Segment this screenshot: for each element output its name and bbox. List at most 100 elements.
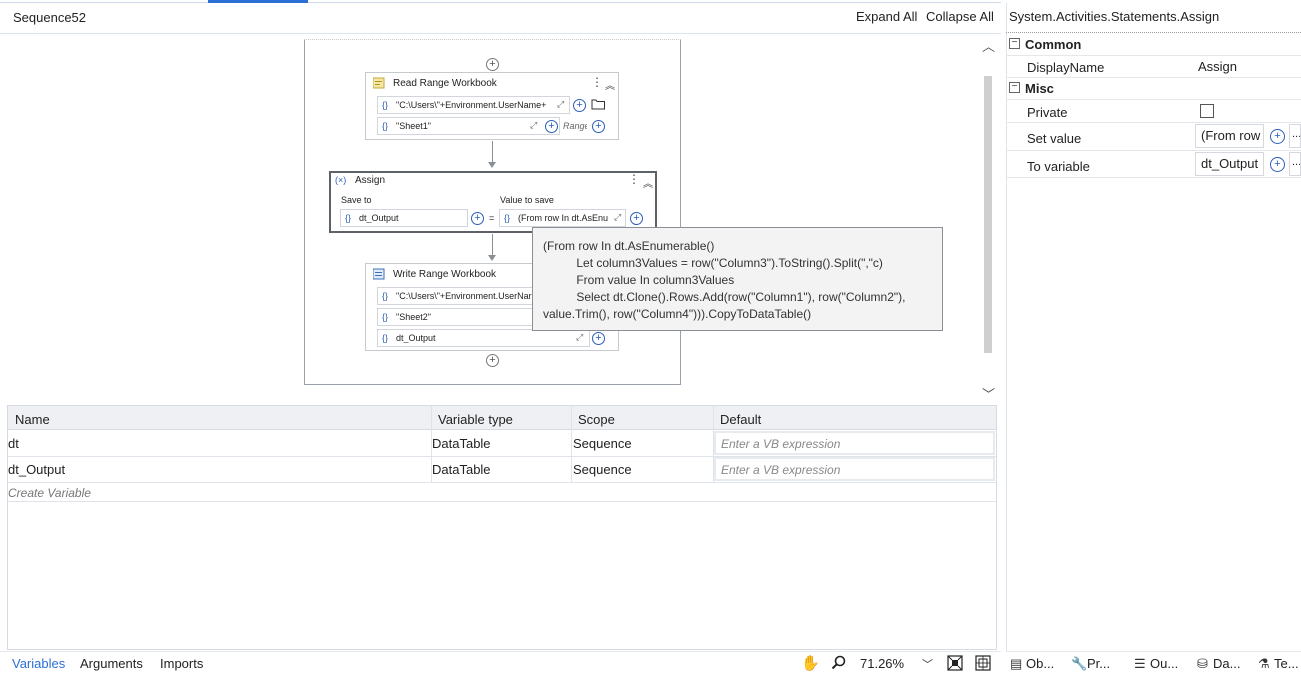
var-type-cell[interactable]: DataTable [432, 462, 491, 477]
prop-private-label: Private [1027, 105, 1068, 120]
tab-arguments[interactable]: Arguments [80, 656, 143, 671]
read-range-title: Read Range Workbook [393, 78, 497, 89]
overview-map-icon[interactable] [975, 655, 991, 671]
assign-title: Assign [355, 175, 386, 186]
collapse-all-button[interactable]: Collapse All [926, 9, 994, 24]
expand-all-button[interactable]: Expand All [856, 9, 917, 24]
header-default[interactable]: Default [720, 412, 761, 427]
expression-brace-icon: {} [382, 291, 389, 301]
tooltip-line: Let column3Values = row("Column3").ToStr… [543, 256, 883, 270]
expand-editor-icon[interactable]: ⤢ [530, 120, 537, 131]
value-to-save-label: Value to save [500, 195, 554, 205]
prop-row-divider [1006, 99, 1301, 100]
add-activity-top-button[interactable]: + [486, 58, 499, 71]
write-range-sheet-field[interactable]: {} "Sheet2" [377, 308, 537, 326]
read-range-collapse-icon[interactable]: ︽ [605, 77, 615, 92]
create-variable-button[interactable]: Create Variable [8, 486, 91, 500]
object-repository-icon: ▤ [1010, 656, 1023, 671]
read-range-sheet-plus-button[interactable]: + [545, 120, 558, 133]
expression-brace-icon: {} [345, 213, 352, 223]
hand-pan-icon[interactable]: ✋ [801, 654, 820, 672]
tab-data-manager[interactable]: ⛁ Da... [1197, 656, 1240, 672]
write-range-data-field[interactable]: {} dt_Output [377, 329, 590, 347]
value-to-save-plus-button[interactable]: + [630, 212, 643, 225]
value-to-save-field[interactable]: {} (From row In dt.AsEnu [499, 209, 626, 227]
expression-brace-icon: {} [382, 121, 389, 131]
to-variable-input[interactable]: dt_Output [1195, 152, 1264, 176]
wrench-icon: 🔧 [1071, 656, 1088, 671]
header-scope[interactable]: Scope [578, 412, 615, 427]
collapse-misc-icon[interactable]: − [1009, 82, 1020, 93]
tooltip-line: value.Trim(), row("Column4"))).CopyToDat… [543, 307, 812, 321]
connector-arrow [488, 255, 496, 261]
scroll-down-icon[interactable]: ﹀ [982, 384, 995, 403]
write-range-path-field[interactable]: {} "C:\Users\"+Environment.UserNar [377, 287, 537, 305]
write-range-title: Write Range Workbook [393, 269, 497, 280]
prop-displayname-label: DisplayName [1027, 60, 1105, 75]
prop-to-variable-label: To variable [1027, 159, 1090, 174]
prop-displayname-value[interactable]: Assign [1198, 59, 1237, 74]
var-name-cell[interactable]: dt_Output [8, 462, 65, 477]
expression-brace-icon: {} [382, 100, 389, 110]
header-name[interactable]: Name [15, 412, 50, 427]
read-range-path-plus-button[interactable]: + [573, 99, 586, 112]
var-scope-cell[interactable]: Sequence [573, 436, 632, 451]
expand-editor-icon[interactable]: ⤢ [614, 212, 621, 223]
private-checkbox[interactable] [1200, 104, 1214, 118]
tab-test-explorer[interactable]: ⚗ Te... [1258, 656, 1299, 672]
expand-editor-icon[interactable]: ⤢ [557, 99, 564, 110]
prop-row-divider [1006, 77, 1301, 78]
to-variable-plus-button[interactable]: + [1270, 157, 1285, 172]
set-value-plus-button[interactable]: + [1270, 129, 1285, 144]
write-range-data-plus-button[interactable]: + [592, 332, 605, 345]
expression-brace-icon: {} [382, 333, 389, 343]
tab-variables[interactable]: Variables [12, 656, 65, 671]
designer-bottom-bar [0, 651, 1001, 681]
properties-title: System.Activities.Statements.Assign [1009, 9, 1220, 24]
tab-imports[interactable]: Imports [160, 656, 203, 671]
zoom-level[interactable]: 71.26% [860, 656, 904, 671]
var-default-input[interactable]: Enter a VB expression [714, 431, 995, 455]
range-field[interactable]: Range [563, 121, 587, 131]
connector-line [492, 234, 493, 256]
folder-icon[interactable] [591, 98, 606, 110]
var-default-input[interactable]: Enter a VB expression [714, 457, 995, 481]
expression-brace-icon: {} [504, 213, 511, 223]
var-scope-cell[interactable]: Sequence [573, 462, 632, 477]
to-variable-ellipsis-button[interactable]: ... [1289, 152, 1301, 176]
tab-object-repository[interactable]: ▤ Ob... [1010, 656, 1054, 672]
designer-header [0, 3, 1001, 34]
connector-line [492, 141, 493, 163]
tab-outline[interactable]: ☰ Ou... [1134, 656, 1178, 672]
save-to-plus-button[interactable]: + [471, 212, 484, 225]
zoom-search-icon[interactable] [831, 655, 846, 670]
sequence-title: Sequence52 [13, 10, 87, 25]
category-misc: Misc [1025, 81, 1054, 96]
tooltip-line: Select dt.Clone().Rows.Add(row("Column1"… [543, 290, 906, 304]
fit-to-screen-icon[interactable] [947, 655, 963, 671]
prop-row-divider [1006, 122, 1301, 123]
read-range-menu-icon[interactable]: ⋮ [591, 75, 603, 89]
set-value-ellipsis-button[interactable]: ... [1289, 124, 1301, 148]
scroll-up-icon[interactable]: ︿ [982, 36, 995, 55]
read-range-path-field[interactable]: {} "C:\Users\"+Environment.UserName+" [377, 96, 570, 114]
assign-collapse-icon[interactable]: ︽ [643, 175, 653, 190]
range-plus-button[interactable]: + [592, 120, 605, 133]
prop-set-value-label: Set value [1027, 131, 1082, 146]
excel-write-icon [373, 268, 385, 280]
assign-menu-icon[interactable]: ⋮ [628, 172, 640, 186]
connector-arrow [488, 162, 496, 168]
header-variable-type[interactable]: Variable type [438, 412, 513, 427]
properties-divider [1006, 32, 1301, 33]
assign-icon: (×) [335, 175, 347, 185]
save-to-field[interactable]: {} dt_Output [340, 209, 468, 227]
scrollbar-thumb[interactable] [984, 76, 992, 353]
var-name-cell[interactable]: dt [8, 436, 19, 451]
var-type-cell[interactable]: DataTable [432, 436, 491, 451]
zoom-dropdown-chevron-icon[interactable]: ﹀ [922, 656, 933, 672]
set-value-input[interactable]: (From row [1195, 124, 1264, 148]
collapse-common-icon[interactable]: − [1009, 38, 1020, 49]
add-activity-bottom-button[interactable]: + [486, 354, 499, 367]
expand-editor-icon[interactable]: ⤢ [576, 332, 583, 343]
tab-properties[interactable]: 🔧Pr... [1071, 656, 1110, 672]
